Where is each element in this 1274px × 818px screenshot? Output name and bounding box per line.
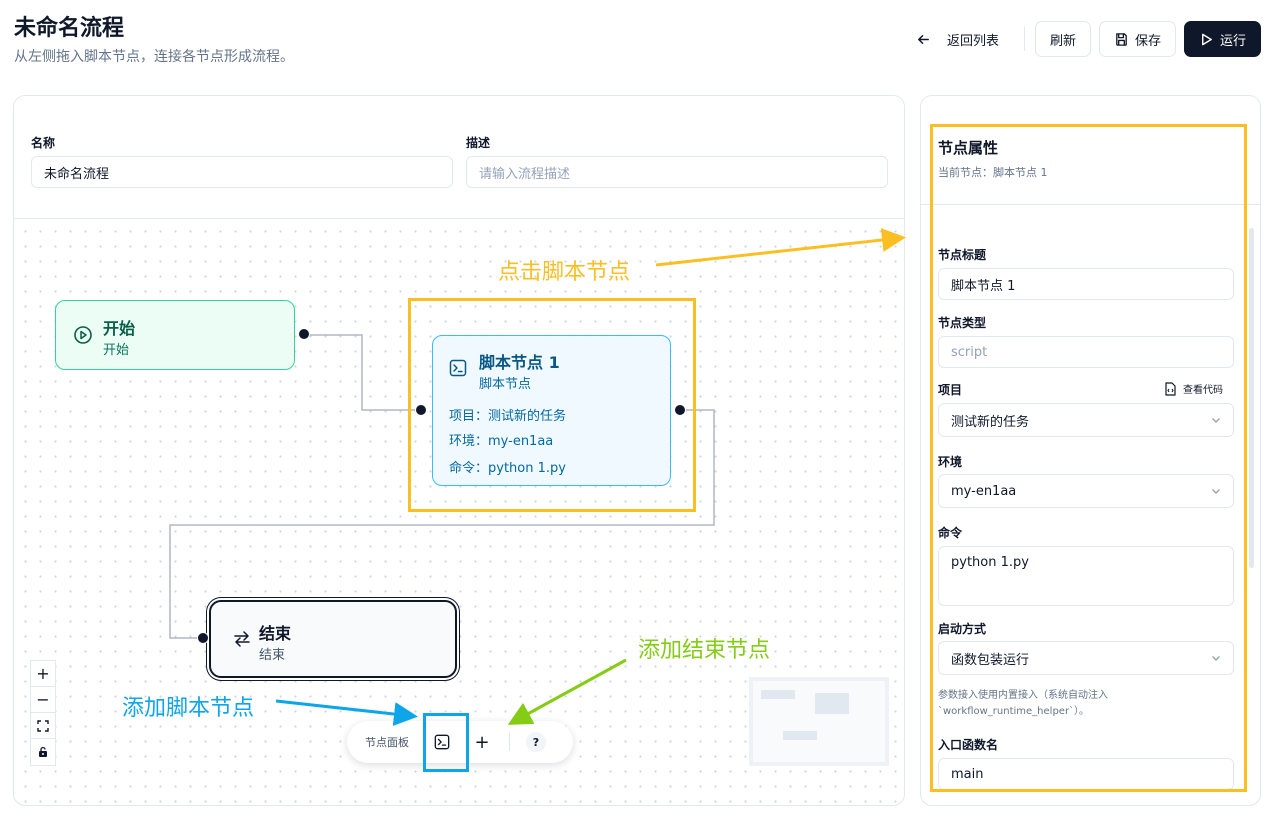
end-node-subtitle: 结束 [259,648,286,663]
page-title: 未命名流程 [14,16,125,41]
fit-view-button[interactable] [31,713,55,739]
start-node[interactable]: 开始 开始 [55,300,295,370]
description-label: 描述 [466,136,491,150]
annotation-script-node-box [408,298,696,512]
minimap[interactable] [749,677,889,766]
zoom-controls: + − [30,660,56,766]
annotation-add-script-text: 添加脚本节点 [122,696,255,721]
toolbar-divider [1023,27,1025,51]
save-icon [1116,32,1127,46]
save-button[interactable]: 保存 [1098,21,1176,57]
palette-divider [509,733,510,751]
refresh-button[interactable]: 刷新 [1034,21,1091,57]
end-node-title: 结束 [259,624,292,643]
minimap-script-node [815,693,849,714]
annotation-palette-box [423,713,469,772]
help-button[interactable]: ? [526,732,546,752]
swap-arrows-icon [234,631,250,647]
annotation-properties-box [930,124,1247,792]
run-label: 运行 [1219,33,1246,49]
page-subtitle: 从左侧拖入脚本节点，连接各节点形成流程。 [14,49,294,65]
properties-scrollbar[interactable] [1249,228,1254,568]
play-circle-icon [74,326,92,344]
annotation-click-script-text: 点击脚本节点 [498,260,631,285]
toolbar: 返回列表 刷新 保存 运行 [900,21,1261,57]
fit-view-icon [37,719,49,732]
palette-label: 节点面板 [365,736,409,749]
zoom-out-button[interactable]: − [31,687,55,713]
zoom-in-button[interactable]: + [31,661,55,687]
save-label: 保存 [1134,33,1161,49]
minimap-start-node [761,690,795,699]
add-end-node-button[interactable]: + [469,729,495,755]
start-node-subtitle: 开始 [103,343,130,358]
arrow-left-icon [918,34,929,44]
back-to-list-label: 返回列表 [946,33,999,49]
back-to-list-button[interactable]: 返回列表 [900,21,1014,57]
lock-button[interactable] [31,739,55,765]
refresh-label: 刷新 [1049,33,1076,49]
end-node-input-handle[interactable] [197,632,209,644]
description-input[interactable]: 请输入流程描述 [466,156,888,188]
minimap-end-node [783,731,817,740]
start-node-output-handle[interactable] [298,328,310,340]
lock-icon [39,746,47,757]
name-input[interactable]: 未命名流程 [31,156,453,188]
name-label: 名称 [31,136,56,150]
play-icon [1202,33,1212,45]
edge-start-to-script [305,334,422,411]
run-button[interactable]: 运行 [1183,21,1261,57]
annotation-add-end-text: 添加结束节点 [638,638,771,663]
start-node-title: 开始 [103,319,136,338]
workflow-form: 名称 未命名流程 描述 请输入流程描述 [14,96,904,219]
end-node[interactable]: 结束 结束 [209,600,457,678]
